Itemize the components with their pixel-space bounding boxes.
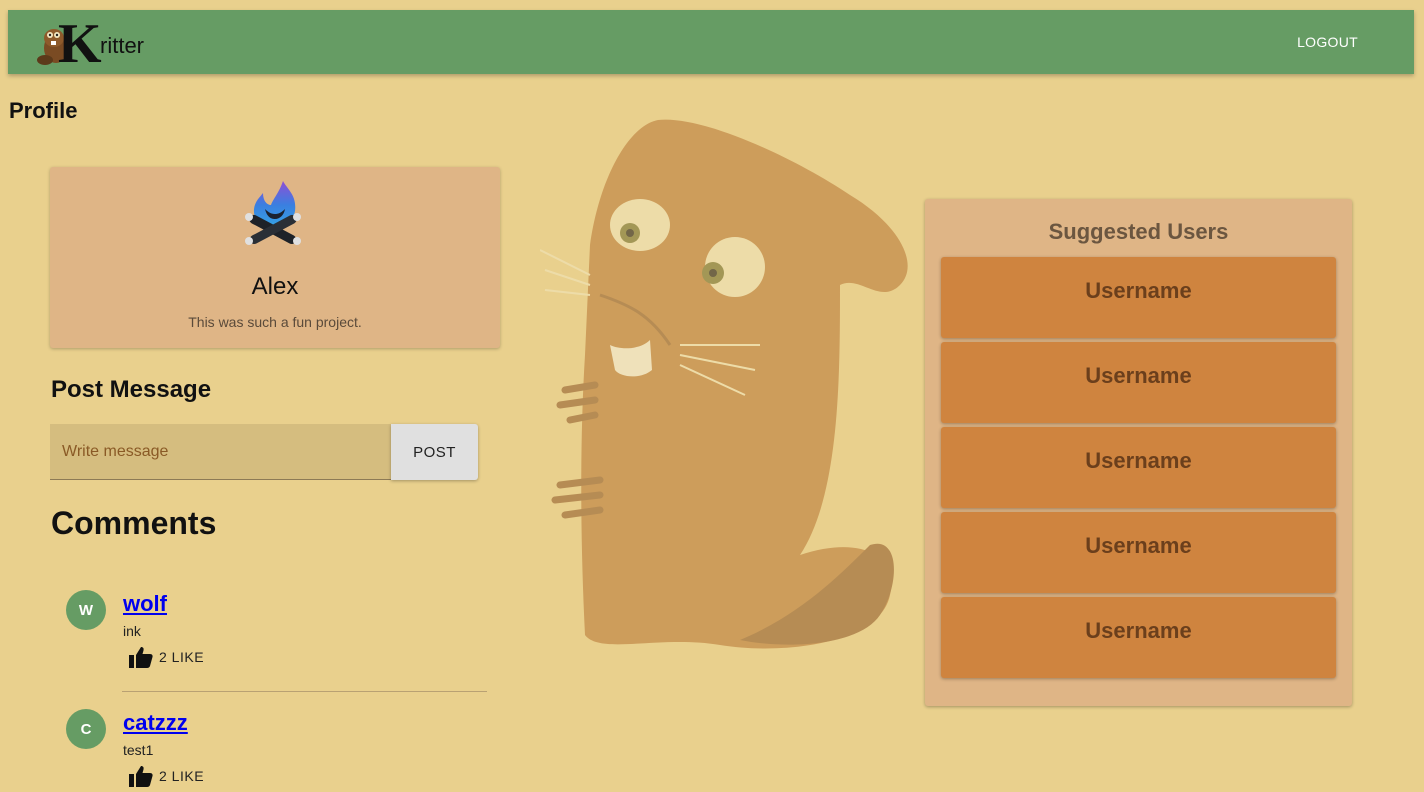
like-count: 2 LIKE xyxy=(159,768,205,784)
suggested-users-heading: Suggested Users xyxy=(1048,219,1229,244)
suggested-user-card[interactable]: Username xyxy=(941,257,1336,338)
app-bar: K ritter LOGOUT xyxy=(8,10,1414,74)
page-title: Profile xyxy=(9,98,78,123)
suggested-username: Username xyxy=(1085,363,1192,388)
post-button[interactable]: POST xyxy=(391,424,478,480)
comment-text: test1 xyxy=(123,742,154,758)
like-count: 2 LIKE xyxy=(159,649,205,665)
suggested-user-card[interactable]: Username xyxy=(941,512,1336,593)
comment-avatar: W xyxy=(66,590,106,630)
thumbs-up-icon xyxy=(129,647,153,668)
comments-heading: Comments xyxy=(51,505,217,541)
profile-name: Alex xyxy=(251,273,299,300)
suggested-username: Username xyxy=(1085,533,1192,558)
suggested-username: Username xyxy=(1085,618,1192,643)
message-input[interactable] xyxy=(50,424,391,480)
suggested-username: Username xyxy=(1085,278,1192,303)
campfire-avatar-icon xyxy=(245,181,301,245)
comment-divider xyxy=(122,691,487,692)
profile-card: Alex This was such a fun project. xyxy=(50,167,500,348)
logo-letter: K xyxy=(58,13,102,75)
like-button[interactable]: 2 LIKE xyxy=(129,646,204,668)
profile-bio: This was such a fun project. xyxy=(188,314,362,330)
suggested-users-panel: Suggested Users Username Username Userna… xyxy=(925,199,1352,706)
suggested-user-card[interactable]: Username xyxy=(941,597,1336,678)
comment-username-link[interactable]: catzzz xyxy=(123,710,188,736)
comment-username-link[interactable]: wolf xyxy=(123,591,167,617)
kritter-logo[interactable]: K ritter xyxy=(36,16,144,72)
thumbs-up-icon xyxy=(129,766,153,787)
logo-text: ritter xyxy=(100,33,144,58)
logout-button[interactable]: LOGOUT xyxy=(1297,34,1358,50)
beaver-mascot-image xyxy=(540,119,908,649)
comment-avatar: C xyxy=(66,709,106,749)
comment-text: ink xyxy=(123,623,141,639)
like-button[interactable]: 2 LIKE xyxy=(129,765,204,787)
suggested-username: Username xyxy=(1085,448,1192,473)
post-message-heading: Post Message xyxy=(51,376,212,403)
suggested-user-card[interactable]: Username xyxy=(941,342,1336,423)
suggested-user-card[interactable]: Username xyxy=(941,427,1336,508)
